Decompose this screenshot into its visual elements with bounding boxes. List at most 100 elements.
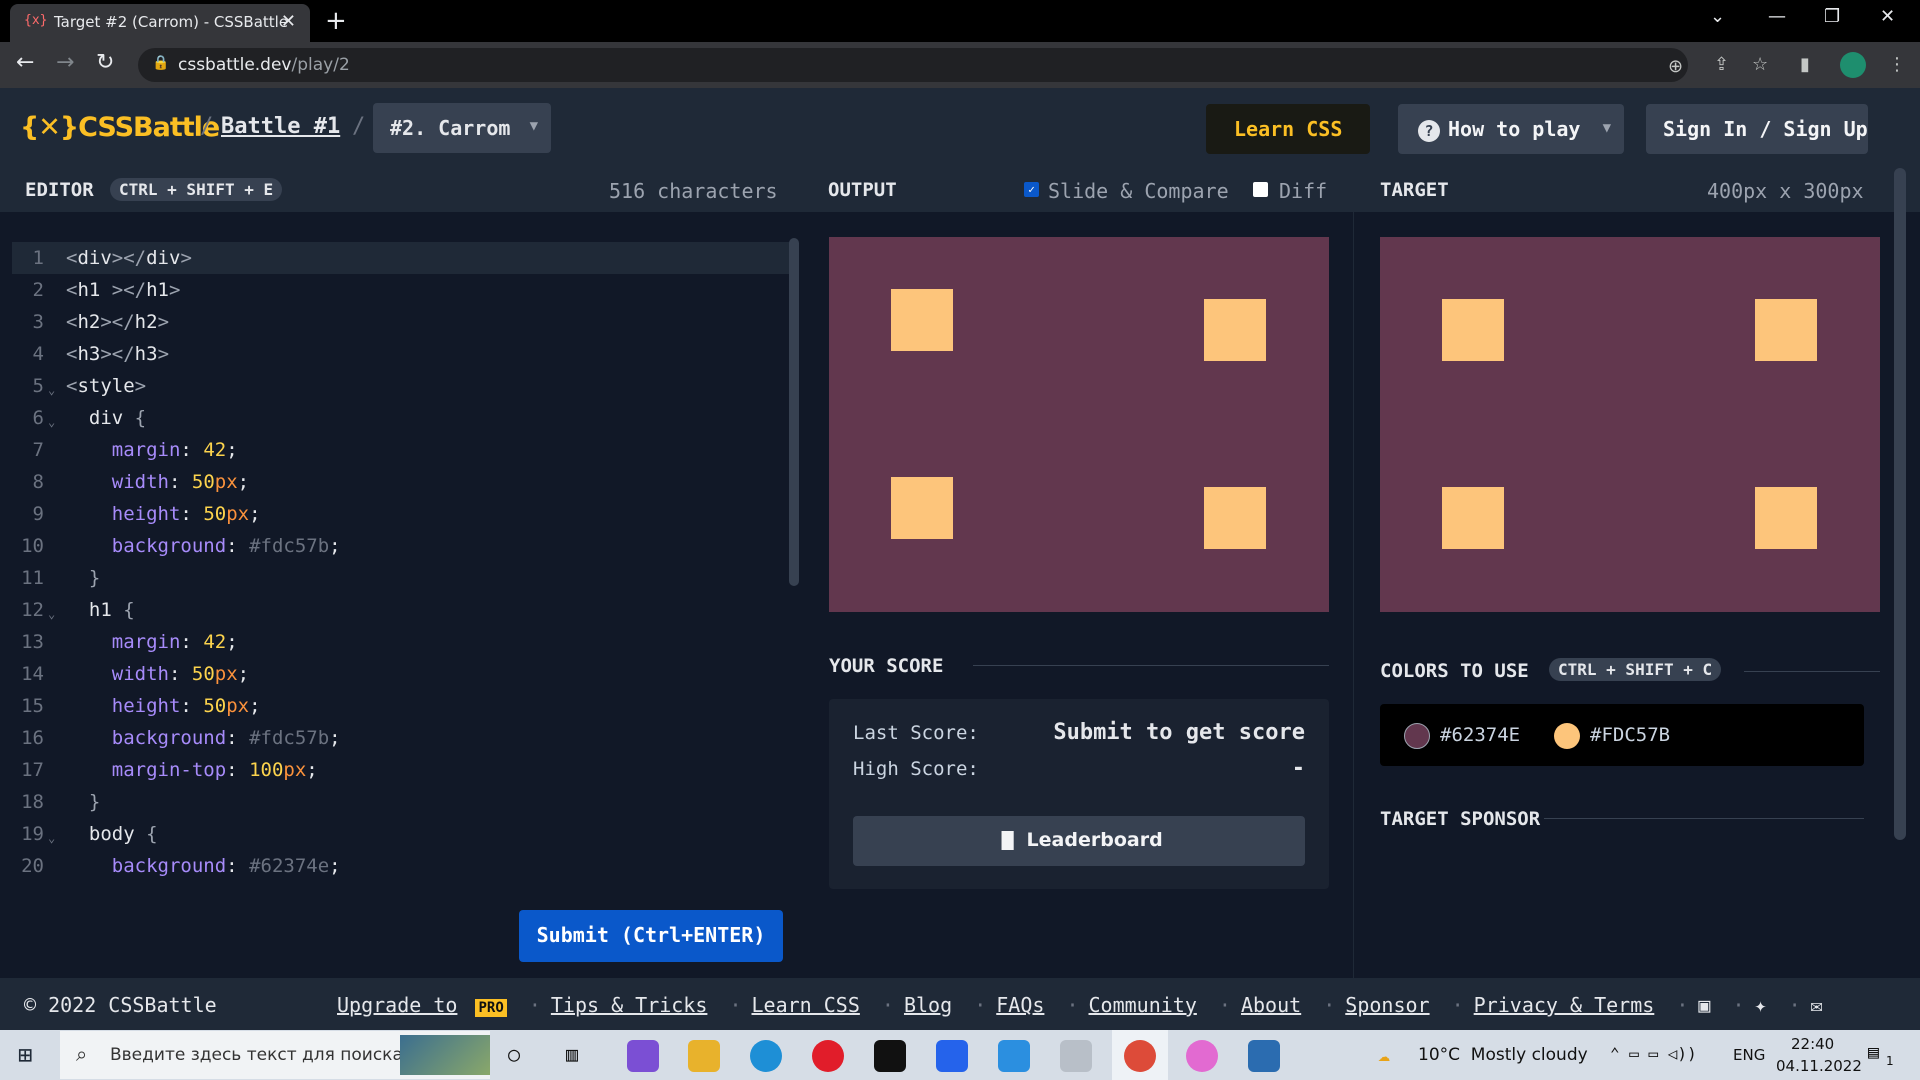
your-score-title: YOUR SCORE — [829, 655, 944, 677]
footer-link-learn-css[interactable]: Learn CSS — [752, 993, 860, 1017]
vscode-icon[interactable] — [998, 1040, 1030, 1072]
color-code[interactable]: #FDC57B — [1590, 724, 1670, 746]
chevron-down-icon: ▼ — [529, 118, 538, 134]
paint-icon[interactable] — [1186, 1040, 1218, 1072]
weather-text[interactable]: 10°C Mostly cloudy — [1418, 1045, 1588, 1065]
translate-icon[interactable]: ⊕ — [1668, 56, 1683, 77]
maximize-icon[interactable]: ❐ — [1824, 6, 1840, 27]
submit-button[interactable]: Submit (Ctrl+ENTER) — [519, 910, 783, 962]
mail-app-icon[interactable] — [936, 1040, 968, 1072]
weather-icon: ☁ — [1378, 1042, 1391, 1066]
target-square — [1442, 299, 1504, 361]
discord-icon[interactable]: ▣ — [1698, 993, 1710, 1017]
target-pane: TARGET 400px x 300px COLORS TO USE CTRL … — [1354, 168, 1920, 978]
cssbattle-logo[interactable]: {✕}CSSBattle — [20, 112, 220, 143]
chrome-icon[interactable] — [1124, 1040, 1156, 1072]
clock-date[interactable]: 04.11.2022 — [1776, 1057, 1862, 1075]
color-swatch[interactable] — [1404, 723, 1430, 749]
menu-dots-icon[interactable]: ⋮ — [1888, 54, 1906, 75]
language-indicator[interactable]: ENG — [1733, 1046, 1765, 1064]
footer-link-sponsor[interactable]: Sponsor — [1345, 993, 1429, 1017]
photos-icon[interactable] — [1248, 1040, 1280, 1072]
url-bar[interactable]: 🔒 cssbattle.dev/play/2 ⊕ — [138, 48, 1688, 82]
high-score-value: - — [1291, 756, 1305, 781]
high-score-label: High Score: — [853, 758, 979, 780]
taskbar-search[interactable]: ⌕ Введите здесь текст для поиска — [60, 1031, 490, 1079]
leaderboard-label: Leaderboard — [1026, 829, 1163, 851]
breadcrumb-separator: / — [352, 114, 366, 139]
tab-search-icon[interactable]: ⌄ — [1710, 6, 1725, 27]
file-explorer-icon[interactable] — [688, 1040, 720, 1072]
divider — [1744, 671, 1880, 672]
level-dropdown[interactable]: #2. Carrom ▼ — [373, 103, 551, 153]
bookmark-star-icon[interactable]: ☆ — [1752, 54, 1768, 75]
breadcrumb-separator: / — [200, 114, 214, 139]
tiktok-icon[interactable] — [874, 1040, 906, 1072]
favicon-icon: {x} — [24, 13, 48, 28]
windows-start-icon[interactable]: ⊞ — [18, 1041, 32, 1069]
close-tab-icon[interactable]: ✕ — [281, 11, 296, 32]
search-highlight-image — [400, 1035, 490, 1075]
share-icon[interactable]: ⇪ — [1714, 54, 1729, 75]
upgrade-link[interactable]: Upgrade to — [337, 993, 457, 1017]
target-square — [1755, 487, 1817, 549]
color-swatch[interactable] — [1554, 723, 1580, 749]
lock-icon: 🔒 — [152, 55, 170, 71]
reload-icon[interactable]: ↻ — [96, 50, 114, 75]
diff-checkbox[interactable] — [1253, 182, 1268, 197]
back-icon[interactable]: ← — [16, 50, 34, 75]
window-close-icon[interactable]: ✕ — [1880, 6, 1895, 27]
editor-shortcut-badge: CTRL + SHIFT + E — [110, 178, 283, 201]
slide-compare-checkbox[interactable]: ✓ — [1024, 182, 1039, 197]
cortana-icon[interactable]: ○ — [508, 1042, 520, 1066]
level-label: #2. Carrom — [390, 116, 511, 140]
visual-studio-icon[interactable] — [627, 1040, 659, 1072]
mail-icon[interactable]: ✉ — [1811, 993, 1823, 1017]
footer-link-about[interactable]: About — [1241, 993, 1301, 1017]
diff-label[interactable]: Diff — [1279, 179, 1327, 203]
side-panel-icon[interactable]: ▮ — [1800, 54, 1810, 75]
copyright: © 2022 CSSBattle — [24, 993, 217, 1017]
new-tab-icon[interactable]: + — [325, 6, 347, 36]
tray-icons[interactable]: ⌃ ▭ ▭ ◁)) — [1610, 1044, 1697, 1063]
app-icon[interactable] — [1060, 1040, 1092, 1072]
target-canvas[interactable] — [1380, 237, 1880, 612]
output-square — [1204, 487, 1266, 549]
twitter-icon[interactable]: ✦ — [1755, 993, 1767, 1017]
clock-time[interactable]: 22:40 — [1791, 1035, 1834, 1053]
footer-link-privacy[interactable]: Privacy & Terms — [1474, 993, 1655, 1017]
browser-tab[interactable]: {x} Target #2 (Carrom) - CSSBattle ✕ — [10, 4, 310, 42]
submit-label: Submit (Ctrl+ENTER) — [536, 923, 766, 947]
colors-shortcut-badge: CTRL + SHIFT + C — [1549, 658, 1722, 681]
editor-scrollbar[interactable] — [789, 238, 799, 586]
sign-in-button[interactable]: Sign In / Sign Up — [1646, 104, 1868, 154]
profile-avatar[interactable] — [1840, 52, 1866, 78]
minimize-icon[interactable]: — — [1768, 6, 1786, 27]
colors-palette: #62374E #FDC57B — [1380, 704, 1864, 766]
editor-pane: EDITOR CTRL + SHIFT + E 516 characters 1… — [0, 168, 803, 978]
taskbar-search-placeholder: Введите здесь текст для поиска — [110, 1045, 403, 1065]
task-view-icon[interactable]: ▥ — [566, 1042, 578, 1066]
target-square — [1755, 299, 1817, 361]
pro-badge: PRO — [475, 999, 507, 1017]
footer-link-community[interactable]: Community — [1089, 993, 1197, 1017]
help-icon: ? — [1418, 120, 1440, 142]
notification-count: 1 — [1886, 1054, 1894, 1068]
breadcrumb-battle[interactable]: Battle #1 — [221, 114, 340, 139]
opera-icon[interactable] — [812, 1040, 844, 1072]
edge-icon[interactable] — [750, 1040, 782, 1072]
footer-link-blog[interactable]: Blog — [904, 993, 952, 1017]
color-code[interactable]: #62374E — [1440, 724, 1520, 746]
footer-link-faqs[interactable]: FAQs — [996, 993, 1044, 1017]
target-size: 400px x 300px — [1707, 179, 1864, 203]
output-canvas[interactable] — [829, 237, 1329, 612]
slide-compare-label[interactable]: Slide & Compare — [1048, 179, 1229, 203]
notifications-icon[interactable]: ▤ — [1868, 1042, 1879, 1063]
footer-link-tips[interactable]: Tips & Tricks — [551, 993, 708, 1017]
url-path: /play/2 — [291, 55, 350, 75]
page-scrollbar[interactable] — [1894, 168, 1906, 840]
chevron-down-icon: ▼ — [1602, 120, 1611, 136]
how-to-play-button[interactable]: ? How to play ▼ — [1398, 104, 1624, 154]
learn-css-button[interactable]: Learn CSS — [1206, 104, 1370, 154]
leaderboard-button[interactable]: ▐▌ Leaderboard — [853, 816, 1305, 866]
